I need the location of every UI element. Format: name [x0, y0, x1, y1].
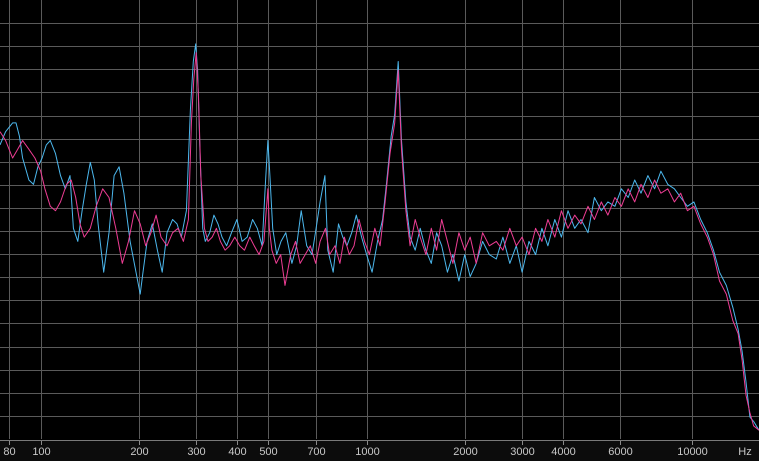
x-tick-label: 500 — [259, 446, 277, 458]
x-tick-label: 3000 — [510, 446, 534, 458]
x-axis-unit-label: Hz — [738, 446, 751, 458]
x-tick-label: 200 — [130, 446, 148, 458]
x-tick-label: 700 — [307, 446, 325, 458]
x-tick-label: 10000 — [677, 446, 708, 458]
x-tick-label: 1000 — [355, 446, 379, 458]
x-tick-label: 400 — [228, 446, 246, 458]
x-tick-label: 6000 — [608, 446, 632, 458]
x-axis: 80 100 200 300 400 500 700 1000 2000 3000 4000 6000… — [0, 440, 759, 461]
spectrum-plot[interactable]: 80 100 200 300 400 500 700 1000 2000 3000 4000 6000… — [0, 0, 759, 461]
x-tick-label: 2000 — [453, 446, 477, 458]
x-tick-label: 100 — [32, 446, 50, 458]
spectrum-series-2 — [0, 52, 759, 431]
spectrum-series-1 — [0, 43, 759, 431]
x-tick-label: 80 — [3, 446, 15, 458]
series-layer — [0, 43, 759, 431]
spectrum-view[interactable]: 80 100 200 300 400 500 700 1000 2000 3000 4000 6000… — [0, 0, 759, 461]
x-tick-label: 300 — [187, 446, 205, 458]
x-tick-label: 4000 — [551, 446, 575, 458]
